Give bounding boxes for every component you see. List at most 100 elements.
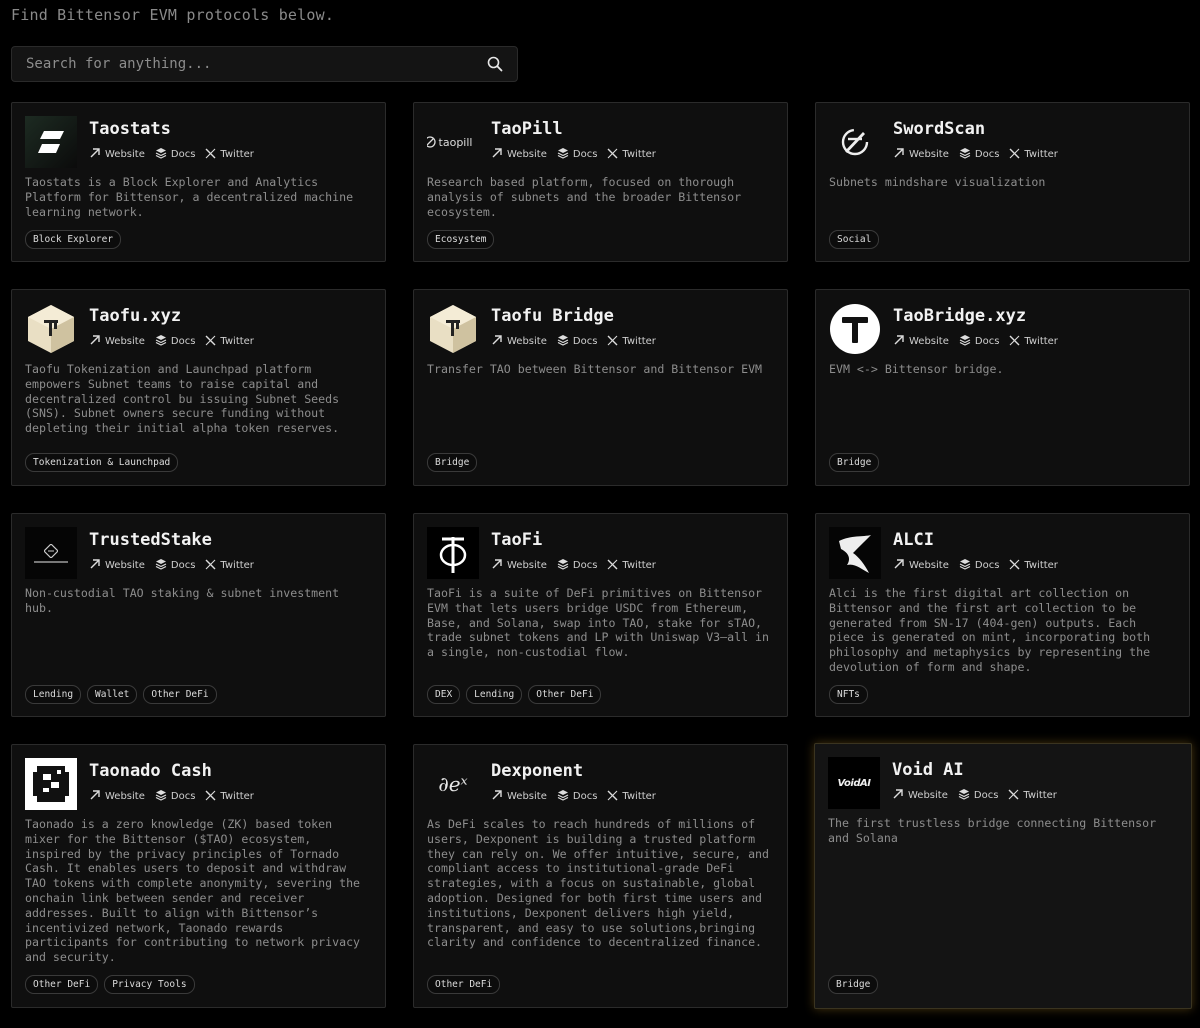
category-tag[interactable]: Block Explorer [25,230,122,249]
twitter-link[interactable]: Twitter [205,334,254,349]
protocol-card-trustedstake[interactable]: TrustedStake Website Docs Twitter Non-custod… [11,513,386,717]
category-tag[interactable]: Lending [25,685,82,704]
docs-link[interactable]: Docs [959,558,999,573]
website-label: Website [909,560,949,571]
website-link[interactable]: Website [893,334,949,349]
twitter-label: Twitter [1024,336,1058,347]
category-tag[interactable]: Social [829,230,880,249]
website-link[interactable]: Website [89,789,145,804]
tag-list: Bridge [427,453,478,472]
docs-link[interactable]: Docs [557,334,597,349]
twitter-link[interactable]: Twitter [607,789,656,804]
docs-link[interactable]: Docs [959,147,999,162]
protocol-card-taopill[interactable]: taopill TaoPill Website Docs Twitter Research… [413,102,788,262]
category-tag[interactable]: Other DeFi [143,685,217,704]
external-link-icon [89,334,101,349]
docs-link[interactable]: Docs [155,334,195,349]
twitter-link[interactable]: Twitter [1009,147,1058,162]
protocol-card-void-ai[interactable]: VoidAI Void AI Website Docs Twitter The first… [814,743,1192,1009]
protocol-card-taobridge-xyz[interactable]: TaoBridge.xyz Website Docs Twitter EVM <-> B… [815,289,1190,486]
category-tag[interactable]: Tokenization & Launchpad [25,453,179,472]
protocol-title[interactable]: Void AI [892,760,964,780]
website-label: Website [105,336,145,347]
category-tag[interactable]: Ecosystem [427,230,495,249]
twitter-link[interactable]: Twitter [1009,334,1058,349]
docs-link[interactable]: Docs [958,788,999,803]
docs-label: Docs [973,790,999,801]
category-tag[interactable]: Bridge [829,453,880,472]
website-link[interactable]: Website [491,147,547,162]
tag-list: Bridge [829,453,880,472]
protocol-title[interactable]: TaoFi [491,530,542,550]
protocol-links: Website Docs Twitter [893,334,1058,349]
website-link[interactable]: Website [893,147,949,162]
protocol-card-taofu-xyz[interactable]: Taofu.xyz Website Docs Twitter Taofu Tokeniz… [11,289,386,486]
protocol-title[interactable]: TaoPill [491,119,563,139]
protocol-card-alci[interactable]: ALCI Website Docs Twitter Alci is the first … [815,513,1190,717]
category-tag[interactable]: Lending [466,685,523,704]
twitter-link[interactable]: Twitter [607,147,656,162]
category-tag[interactable]: Other DeFi [25,975,99,994]
layers-icon [959,334,971,349]
twitter-link[interactable]: Twitter [1009,558,1058,573]
website-link[interactable]: Website [89,558,145,573]
protocol-title[interactable]: Dexponent [491,761,583,781]
external-link-icon [893,334,905,349]
website-link[interactable]: Website [491,334,547,349]
twitter-label: Twitter [220,149,254,160]
docs-link[interactable]: Docs [155,147,196,162]
docs-link[interactable]: Docs [155,789,195,804]
x-icon [1009,335,1020,349]
protocol-title[interactable]: SwordScan [893,119,985,139]
twitter-link[interactable]: Twitter [1008,788,1057,803]
docs-link[interactable]: Docs [557,558,597,573]
protocol-card-swordscan[interactable]: SwordScan Website Docs Twitter Subnets minds… [815,102,1190,262]
website-link[interactable]: Website [89,334,145,349]
search-bar[interactable] [11,46,518,82]
protocol-card-dexponent[interactable]: ∂eˣ Dexponent Website Docs Twitter As DeFi sc… [413,744,788,1008]
x-icon [1008,789,1019,803]
category-tag[interactable]: Other DeFi [427,975,501,994]
docs-link[interactable]: Docs [155,558,195,573]
protocol-card-taofu-bridge[interactable]: Taofu Bridge Website Docs Twitter Transfer T… [413,289,788,486]
protocol-title[interactable]: Taostats [89,119,171,139]
protocol-description: Alci is the first digital art collection… [829,586,1151,674]
website-link[interactable]: Website [89,147,145,162]
layers-icon [958,788,970,803]
website-link[interactable]: Website [892,788,948,803]
protocol-title[interactable]: TrustedStake [89,530,212,550]
twitter-link[interactable]: Twitter [607,334,656,349]
twitter-label: Twitter [622,560,656,571]
protocol-title[interactable]: Taofu.xyz [89,306,181,326]
category-tag[interactable]: Bridge [427,453,478,472]
category-tag[interactable]: Privacy Tools [104,975,195,994]
twitter-link[interactable]: Twitter [205,789,254,804]
category-tag[interactable]: Other DeFi [528,685,602,704]
protocol-card-taostats[interactable]: Taostats Website Docs Twitter Taostats is a … [11,102,386,262]
website-link[interactable]: Website [491,558,547,573]
website-link[interactable]: Website [893,558,949,573]
protocol-card-taofi[interactable]: TaoFi Website Docs Twitter TaoFi is a suite … [413,513,788,717]
twitter-link[interactable]: Twitter [607,558,656,573]
docs-link[interactable]: Docs [557,147,597,162]
protocol-title[interactable]: Taofu Bridge [491,306,614,326]
protocol-title[interactable]: ALCI [893,530,934,550]
protocol-links: Website Docs Twitter [491,789,656,804]
search-icon[interactable] [485,54,505,74]
layers-icon [557,558,569,573]
taopill-logo: taopill [427,116,479,168]
protocol-title[interactable]: Taonado Cash [89,761,212,781]
docs-link[interactable]: Docs [959,334,999,349]
category-tag[interactable]: DEX [427,685,461,704]
search-input[interactable] [12,47,485,81]
twitter-link[interactable]: Twitter [205,558,254,573]
twitter-link[interactable]: Twitter [205,147,254,162]
category-tag[interactable]: Bridge [828,975,879,994]
docs-link[interactable]: Docs [557,789,597,804]
protocol-card-taonado-cash[interactable]: Taonado Cash Website Docs Twitter Taonado is… [11,744,386,1008]
category-tag[interactable]: NFTs [829,685,868,704]
website-link[interactable]: Website [491,789,547,804]
docs-label: Docs [170,149,196,160]
category-tag[interactable]: Wallet [87,685,138,704]
protocol-title[interactable]: TaoBridge.xyz [893,306,1026,326]
